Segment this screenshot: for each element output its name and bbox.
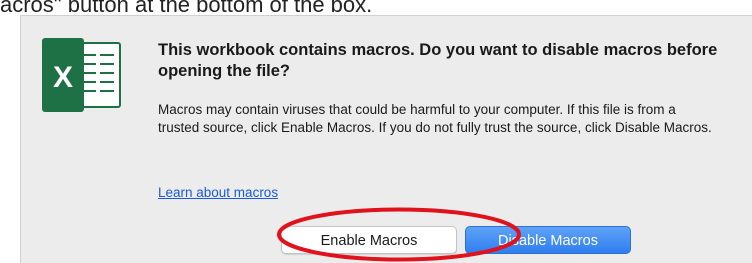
enable-macros-button[interactable]: Enable Macros <box>281 226 457 254</box>
dialog-body-text: Macros may contain viruses that could be… <box>158 102 712 135</box>
excel-icon: X <box>38 37 124 113</box>
learn-about-macros-link[interactable]: Learn about macros <box>158 185 278 200</box>
disable-macros-button[interactable]: Disable Macros <box>465 226 631 254</box>
macro-security-dialog: X This workbook contains macros. Do you … <box>20 15 752 263</box>
excel-icon-letter: X <box>53 61 73 94</box>
dialog-heading: This workbook contains macros. Do you wa… <box>158 41 718 80</box>
